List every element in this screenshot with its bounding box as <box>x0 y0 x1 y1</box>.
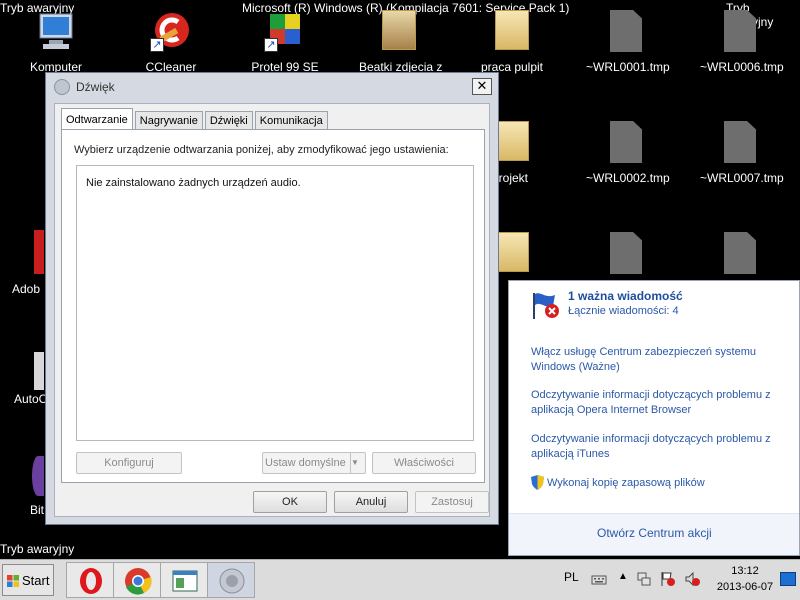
desktop-icon-computer[interactable]: Komputer <box>16 10 96 74</box>
action-center-popup: 1 ważna wiadomość Łącznie wiadomości: 4 … <box>508 280 800 556</box>
ccleaner-icon: ↗ <box>150 10 192 52</box>
start-label: Start <box>22 573 50 588</box>
playback-panel: Wybierz urządzenie odtwarzania poniżej, … <box>61 129 485 483</box>
desktop-icon-file-covered-2[interactable] <box>700 232 780 282</box>
dialog-body: Odtwarzanie Nagrywanie Dźwięki Komunikac… <box>54 103 490 517</box>
file-icon <box>719 232 761 274</box>
language-indicator[interactable]: PL <box>564 570 579 584</box>
dialog-title: Dźwięk <box>76 80 115 94</box>
file-icon <box>605 232 647 274</box>
desktop-icon-label: ~WRL0001.tmp <box>586 60 670 74</box>
speaker-icon <box>219 568 245 594</box>
volume-muted-icon[interactable] <box>684 571 700 587</box>
desktop-icon-label-bit: Bit <box>30 503 45 517</box>
configure-button[interactable]: Konfiguruj <box>76 452 182 474</box>
shortcut-arrow-icon: ↗ <box>150 38 164 52</box>
taskbar-control-panel-button[interactable] <box>160 562 208 598</box>
notification-count: Łącznie wiadomości: 4 <box>568 305 679 317</box>
action-center-flag-icon <box>531 291 561 319</box>
tab-sounds[interactable]: Dźwięki <box>204 111 253 130</box>
apply-button[interactable]: Zastosuj <box>415 491 489 513</box>
message-link-security-center[interactable]: Włącz usługę Centrum zabezpieczeń system… <box>531 345 793 375</box>
tab-playback[interactable]: Odtwarzanie <box>61 108 133 130</box>
ok-button[interactable]: OK <box>253 491 327 513</box>
desktop-icon-wrl0002[interactable]: ~WRL0002.tmp <box>586 121 670 185</box>
window-app-icon <box>172 570 198 592</box>
start-button[interactable]: Start <box>2 564 54 596</box>
file-icon <box>719 121 761 163</box>
clock-time: 13:12 <box>731 565 759 577</box>
shortcut-arrow-icon: ↗ <box>264 38 278 52</box>
sound-dialog: Dźwięk ✕ Odtwarzanie Nagrywanie Dźwięki … <box>45 72 499 525</box>
desktop-icon-beatki-folder[interactable]: Beatki zdjecia z <box>359 10 442 74</box>
dialog-titlebar[interactable]: Dźwięk ✕ <box>46 73 498 101</box>
message-link-itunes-problem[interactable]: Odczytywanie informacji dotyczących prob… <box>531 432 793 462</box>
file-icon <box>605 121 647 163</box>
photo-folder-icon <box>378 10 420 52</box>
opera-icon <box>80 568 102 594</box>
desktop-icon-label-adobe: Adob <box>12 282 41 296</box>
clock-date: 2013-06-07 <box>716 581 774 593</box>
taskbar-sound-button[interactable] <box>207 562 255 598</box>
keyboard-icon[interactable] <box>591 571 607 587</box>
desktop-icon-ccleaner[interactable]: ↗ CCleaner <box>131 10 211 74</box>
cancel-button[interactable]: Anuluj <box>334 491 408 513</box>
show-hidden-icons-arrow[interactable]: ▲ <box>618 571 628 582</box>
taskbar-chrome-button[interactable] <box>113 562 161 598</box>
tab-recording[interactable]: Nagrywanie <box>134 111 203 130</box>
folder-icon <box>491 10 533 52</box>
bittorrent-icon <box>32 456 44 496</box>
message-link-opera-problem[interactable]: Odczytywanie informacji dotyczących prob… <box>531 388 793 418</box>
speaker-icon <box>54 79 70 95</box>
show-desktop-button[interactable] <box>780 572 796 586</box>
tab-communications[interactable]: Komunikacja <box>254 111 328 130</box>
protel-icon: ↗ <box>264 10 306 52</box>
windows-logo-icon <box>7 575 19 587</box>
set-default-label: Ustaw domyślne <box>265 457 346 469</box>
notification-title[interactable]: 1 ważna wiadomość <box>568 289 683 303</box>
message-link-backup[interactable]: Wykonaj kopię zapasową plików <box>547 476 800 491</box>
instruction-text: Wybierz urządzenie odtwarzania poniżej, … <box>74 144 449 156</box>
adobe-icon <box>34 230 44 274</box>
set-default-button[interactable]: Ustaw domyślne ▼ <box>262 452 366 474</box>
chrome-icon <box>125 568 152 595</box>
open-action-center-link[interactable]: Otwórz Centrum akcji <box>597 526 712 540</box>
taskbar: Start PL ▲ 13:12 2013-06-07 <box>0 559 800 600</box>
playback-device-list[interactable]: Nie zainstalowano żadnych urządzeń audio… <box>76 165 474 441</box>
dropdown-arrow-icon[interactable]: ▼ <box>350 453 365 473</box>
desktop-icon-label-autocad: AutoC <box>14 392 48 406</box>
desktop-icon-file-covered-1[interactable] <box>586 232 666 282</box>
close-button[interactable]: ✕ <box>472 78 492 95</box>
file-icon <box>605 10 647 52</box>
tray-clock[interactable]: 13:12 2013-06-07 <box>712 563 778 595</box>
desktop-icon-wrl0001[interactable]: ~WRL0001.tmp <box>586 10 670 74</box>
desktop-icon-label: ~WRL0002.tmp <box>586 171 670 185</box>
uac-shield-icon <box>531 475 544 490</box>
network-icon[interactable] <box>636 571 652 587</box>
autocad-icon <box>34 352 44 390</box>
computer-icon <box>35 10 77 52</box>
notification-footer: Otwórz Centrum akcji <box>509 513 799 555</box>
desktop-icon-wrl0006[interactable]: ~WRL0006.tmp <box>700 10 784 74</box>
desktop-icon-label: ~WRL0007.tmp <box>700 171 784 185</box>
desktop-icon-label: ~WRL0006.tmp <box>700 60 784 74</box>
safe-mode-label-bottom-left: Tryb awaryjny <box>0 542 75 556</box>
tab-strip: Odtwarzanie Nagrywanie Dźwięki Komunikac… <box>61 108 330 130</box>
file-icon <box>719 10 761 52</box>
desktop-icon-protel[interactable]: ↗ Protel 99 SE <box>245 10 325 74</box>
desktop-icon-praca-pulpit[interactable]: praca pulpit <box>472 10 552 74</box>
no-devices-message: Nie zainstalowano żadnych urządzeń audio… <box>86 177 301 189</box>
desktop-icon-wrl0007[interactable]: ~WRL0007.tmp <box>700 121 784 185</box>
action-center-flag-icon[interactable] <box>660 571 676 587</box>
properties-button[interactable]: Właściwości <box>372 452 476 474</box>
taskbar-opera-button[interactable] <box>66 562 114 598</box>
